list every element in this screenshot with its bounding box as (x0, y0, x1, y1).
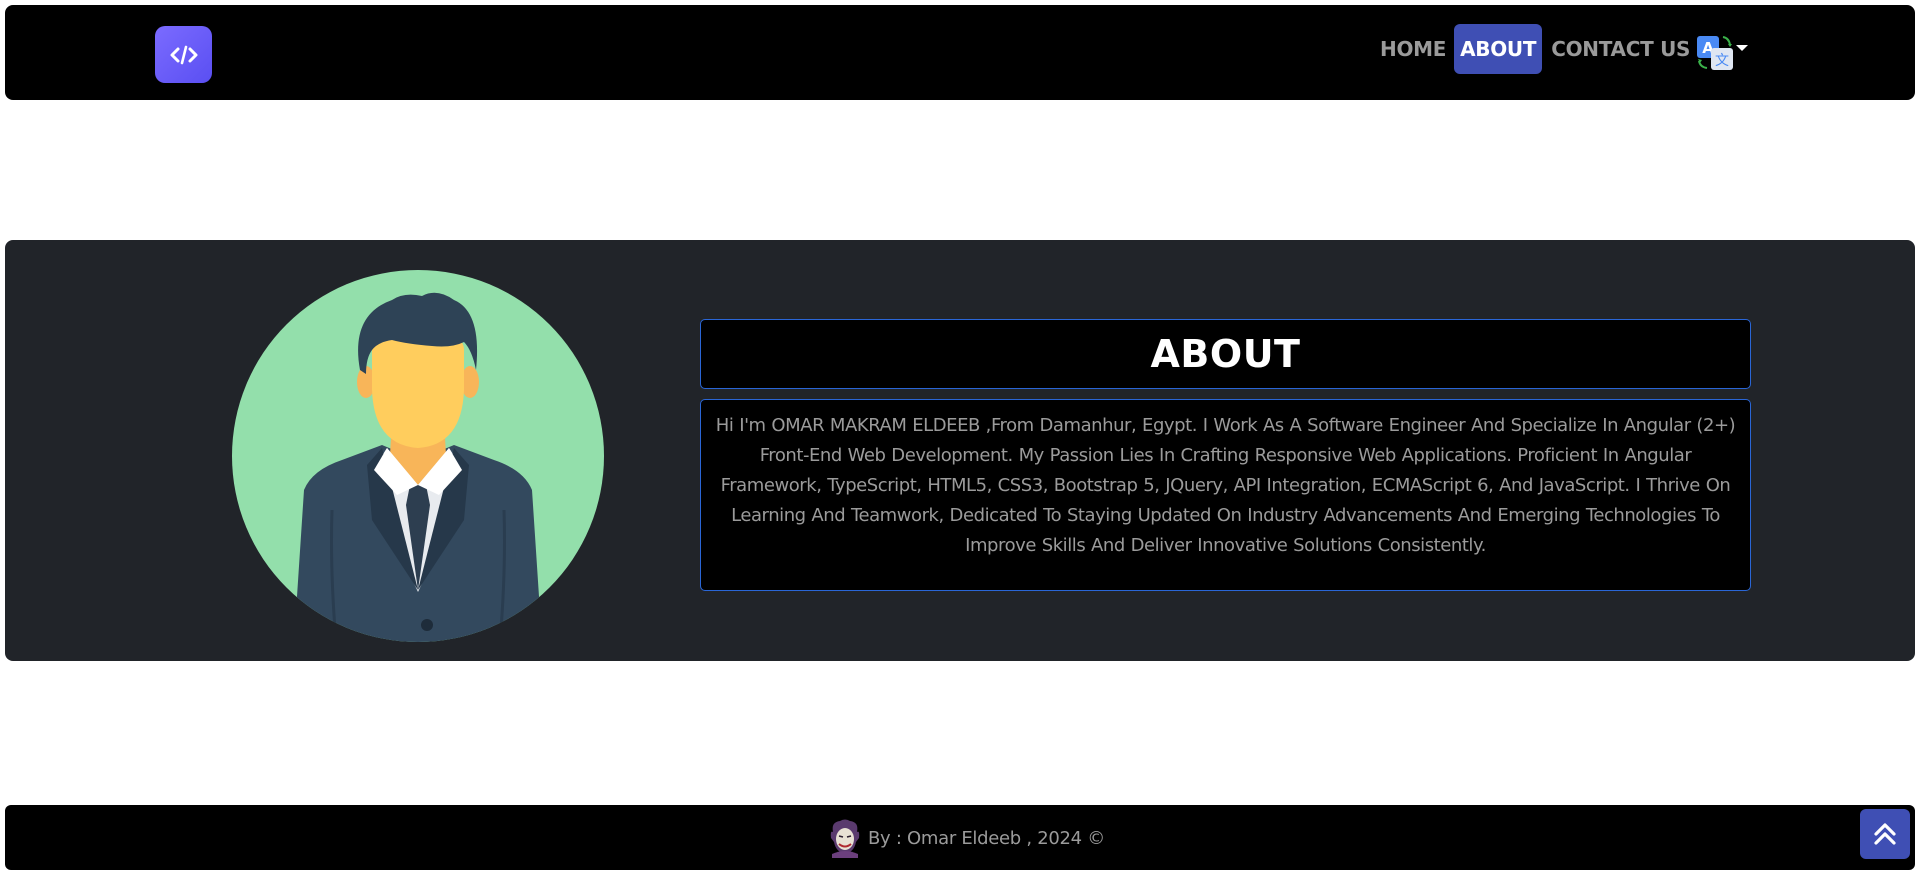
about-section: ABOUT Hi I'm OMAR MAKRAM ELDEEB ,From Da… (5, 240, 1915, 661)
top-navbar: HOME ABOUT CONTACT US A 文 (5, 5, 1915, 100)
footer-credit-text: By : Omar Eldeeb , 2024 © (868, 827, 1105, 849)
caret-down-icon (1736, 45, 1748, 51)
code-icon (170, 45, 197, 64)
svg-text:文: 文 (1715, 53, 1729, 69)
businessman-avatar (232, 270, 604, 642)
nav-link-contact-us[interactable]: CONTACT US (1546, 24, 1695, 74)
about-description-box: Hi I'm OMAR MAKRAM ELDEEB ,From Damanhur… (700, 399, 1751, 591)
joker-avatar (830, 819, 860, 858)
scroll-to-top-button[interactable] (1860, 809, 1910, 859)
nav-link-home[interactable]: HOME (1375, 24, 1451, 74)
logo[interactable] (155, 26, 212, 83)
language-dropdown-toggle[interactable]: A 文 (1695, 33, 1748, 73)
translate-icon: A 文 (1697, 36, 1733, 70)
about-description: Hi I'm OMAR MAKRAM ELDEEB ,From Damanhur… (715, 415, 1736, 556)
nav-link-about[interactable]: ABOUT (1454, 24, 1543, 74)
footer: By : Omar Eldeeb , 2024 © (5, 805, 1915, 870)
about-title: ABOUT (1150, 332, 1301, 376)
nav-links: HOME ABOUT CONTACT US (1375, 24, 1695, 74)
about-title-box: ABOUT (700, 319, 1751, 389)
footer-content: By : Omar Eldeeb , 2024 © (828, 818, 1105, 858)
double-chevron-up-icon (1874, 823, 1896, 845)
